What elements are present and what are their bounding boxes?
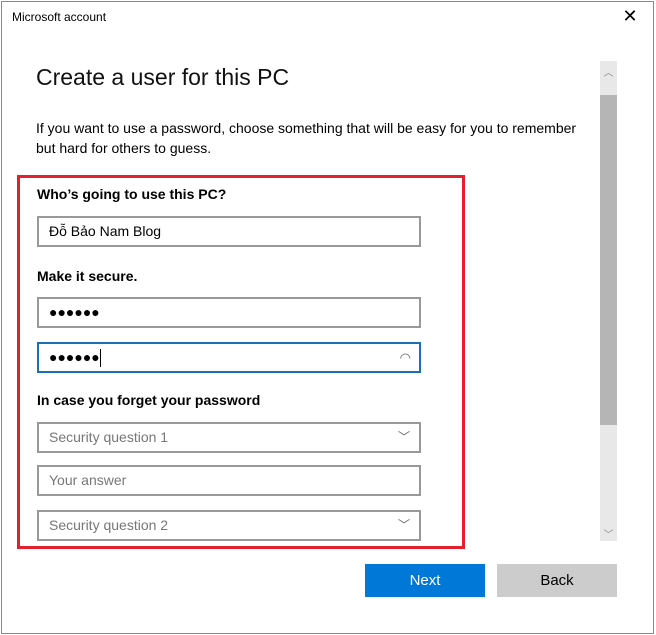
password-value: ●●●●●● <box>49 304 100 320</box>
text-caret <box>99 349 101 368</box>
answer-1-input[interactable]: Your answer <box>37 465 421 496</box>
close-icon[interactable]: ✕ <box>620 6 640 27</box>
password-input[interactable]: ●●●●●● <box>37 297 421 328</box>
scroll-down-icon[interactable]: ﹀ <box>600 526 617 541</box>
answer-1-placeholder: Your answer <box>49 472 127 488</box>
scroll-up-icon[interactable]: ︿ <box>600 64 617 79</box>
username-value: Đỗ Bảo Nam Blog <box>49 223 162 239</box>
security-question-1-select[interactable]: Security question 1 ﹀ <box>37 422 421 453</box>
scrollbar-thumb[interactable] <box>600 95 617 425</box>
intro-line-1: If you want to use a password, choose so… <box>36 120 577 136</box>
security-question-2-select[interactable]: Security question 2 ﹀ <box>37 510 421 541</box>
who-label: Who’s going to use this PC? <box>37 186 227 202</box>
secure-label: Make it secure. <box>37 268 138 284</box>
username-input[interactable]: Đỗ Bảo Nam Blog <box>37 216 421 247</box>
window-title: Microsoft account <box>12 10 107 24</box>
next-button[interactable]: Next <box>365 564 485 597</box>
chevron-down-icon: ﹀ <box>397 430 410 444</box>
reveal-password-icon[interactable]: ◠ <box>400 344 411 371</box>
page-title: Create a user for this PC <box>36 64 290 90</box>
back-button[interactable]: Back <box>497 564 617 597</box>
intro-line-2: but hard for others to guess. <box>36 140 212 156</box>
chevron-down-icon: ﹀ <box>397 518 410 532</box>
intro-text: If you want to use a password, choose so… <box>36 118 602 158</box>
confirm-password-value: ●●●●●● <box>49 349 100 365</box>
forgot-label: In case you forget your password <box>37 392 261 408</box>
security-question-1-placeholder: Security question 1 <box>49 429 169 445</box>
security-question-2-placeholder: Security question 2 <box>49 517 169 533</box>
confirm-password-input[interactable]: ●●●●●● ◠ <box>37 342 421 373</box>
